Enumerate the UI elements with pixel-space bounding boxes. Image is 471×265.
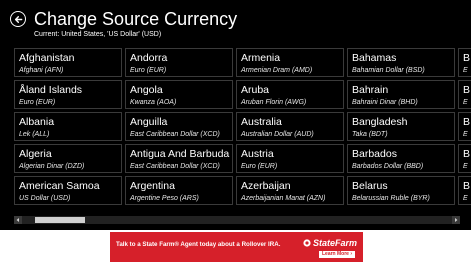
- currency-name: Euro (EUR): [241, 163, 278, 170]
- currency-name: Euro (EUR): [130, 67, 167, 74]
- country-tile[interactable]: BE: [458, 48, 471, 77]
- country-tile[interactable]: BE: [458, 176, 471, 205]
- ad-region: Talk to a State Farm® Agent today about …: [0, 230, 471, 265]
- country-tile[interactable]: Åland Islands Euro (EUR): [14, 80, 122, 109]
- currency-name: Kwanza (AOA): [130, 99, 177, 106]
- country-tile[interactable]: Angola Kwanza (AOA): [125, 80, 233, 109]
- country-tile[interactable]: Austria Euro (EUR): [236, 144, 344, 173]
- country-name: Azerbaijan: [241, 180, 291, 192]
- country-tile[interactable]: American Samoa US Dollar (USD): [14, 176, 122, 205]
- country-tile[interactable]: Anguilla East Caribbean Dollar (XCD): [125, 112, 233, 141]
- country-name: Barbados: [352, 148, 397, 160]
- currency-name: Bahraini Dinar (BHD): [352, 99, 418, 106]
- country-grid: Afghanistan Afghani (AFN) Åland Islands Eur…: [14, 48, 471, 205]
- country-name: Albania: [19, 116, 55, 128]
- country-tile[interactable]: Algeria Algerian Dinar (DZD): [14, 144, 122, 173]
- currency-name: Barbados Dollar (BBD): [352, 163, 424, 170]
- currency-name: Euro (EUR): [19, 99, 56, 106]
- country-name: B: [463, 116, 471, 128]
- currency-name: East Caribbean Dollar (XCD): [130, 131, 220, 138]
- currency-name: E: [463, 131, 468, 138]
- country-tile[interactable]: Belarus Belarussian Ruble (BYR): [347, 176, 455, 205]
- country-tile[interactable]: Bahamas Bahamian Dollar (BSD): [347, 48, 455, 77]
- country-tile[interactable]: Armenia Armenian Dram (AMD): [236, 48, 344, 77]
- country-name: Belarus: [352, 180, 388, 192]
- page-title: Change Source Currency: [34, 9, 238, 29]
- country-tile[interactable]: Aruba Aruban Florin (AWG): [236, 80, 344, 109]
- currency-name: US Dollar (USD): [19, 195, 71, 202]
- currency-name: Australian Dollar (AUD): [241, 131, 314, 138]
- country-name: Andorra: [130, 52, 168, 64]
- country-name: Australia: [241, 116, 282, 128]
- currency-name: E: [463, 67, 468, 74]
- country-tile[interactable]: Australia Australian Dollar (AUD): [236, 112, 344, 141]
- currency-name: Azerbaijanian Manat (AZN): [241, 195, 326, 202]
- country-tile[interactable]: Bangladesh Taka (BDT): [347, 112, 455, 141]
- currency-name: Algerian Dinar (DZD): [19, 163, 85, 170]
- country-name: Afghanistan: [19, 52, 75, 64]
- country-name: Anguilla: [130, 116, 168, 128]
- scroll-left-arrow-icon: [16, 218, 19, 222]
- country-name: B: [463, 180, 471, 192]
- country-tile[interactable]: Azerbaijan Azerbaijanian Manat (AZN): [236, 176, 344, 205]
- currency-name: Taka (BDT): [352, 131, 388, 138]
- ad-text: Talk to a State Farm® Agent today about …: [116, 241, 281, 248]
- country-name: Austria: [241, 148, 274, 160]
- country-name: Algeria: [19, 148, 52, 160]
- country-name: Bahrain: [352, 84, 389, 96]
- ad-brand-name: StateFarm: [312, 238, 357, 248]
- currency-name: E: [463, 195, 468, 202]
- currency-name: E: [463, 163, 468, 170]
- state-farm-ad-banner[interactable]: Talk to a State Farm® Agent today about …: [110, 232, 363, 262]
- state-farm-logo-icon: [303, 239, 311, 247]
- currency-name: Armenian Dram (AMD): [241, 67, 313, 74]
- country-name: Åland Islands: [19, 84, 83, 96]
- country-name: Bangladesh: [352, 116, 408, 128]
- country-tile[interactable]: BE: [458, 112, 471, 141]
- back-arrow-icon: [14, 15, 22, 23]
- country-name: Aruba: [241, 84, 270, 96]
- country-name: B: [463, 52, 471, 64]
- scroll-thumb[interactable]: [35, 217, 85, 223]
- currency-name: East Caribbean Dollar (XCD): [130, 163, 220, 170]
- country-name: B: [463, 84, 471, 96]
- country-tile[interactable]: Antigua And Barbuda East Caribbean Dollar…: [125, 144, 233, 173]
- current-currency-label: Current: United States, 'US Dollar' (USD…: [34, 31, 162, 38]
- country-tile[interactable]: Albania Lek (ALL): [14, 112, 122, 141]
- scroll-right-button[interactable]: [452, 216, 460, 224]
- scroll-left-button[interactable]: [14, 216, 22, 224]
- country-grid-viewport: Afghanistan Afghani (AFN) Åland Islands Eur…: [14, 48, 471, 208]
- country-tile[interactable]: Barbados Barbados Dollar (BBD): [347, 144, 455, 173]
- currency-name: Lek (ALL): [19, 131, 50, 138]
- currency-name: Aruban Florin (AWG): [241, 99, 307, 106]
- country-name: Antigua And Barbuda: [130, 148, 230, 160]
- currency-name: Belarussian Ruble (BYR): [352, 195, 430, 202]
- ad-learn-more-button[interactable]: Learn More ›: [318, 251, 355, 258]
- country-name: Argentina: [130, 180, 175, 192]
- currency-name: Bahamian Dollar (BSD): [352, 67, 425, 74]
- country-name: B: [463, 148, 471, 160]
- country-tile[interactable]: Argentina Argentine Peso (ARS): [125, 176, 233, 205]
- currency-name: Afghani (AFN): [19, 67, 64, 74]
- country-tile[interactable]: Afghanistan Afghani (AFN): [14, 48, 122, 77]
- ad-brand-logo: StateFarm: [303, 238, 357, 248]
- currency-name: E: [463, 99, 468, 106]
- currency-name: Argentine Peso (ARS): [130, 195, 199, 202]
- country-name: Armenia: [241, 52, 281, 64]
- country-name: Angola: [130, 84, 163, 96]
- horizontal-scrollbar[interactable]: [14, 216, 460, 224]
- country-tile[interactable]: BE: [458, 144, 471, 173]
- country-name: Bahamas: [352, 52, 397, 64]
- country-name: American Samoa: [19, 180, 100, 192]
- back-button[interactable]: [10, 11, 26, 27]
- app-window: Change Source Currency Current: United S…: [0, 0, 471, 230]
- country-tile[interactable]: Bahrain Bahraini Dinar (BHD): [347, 80, 455, 109]
- country-tile[interactable]: Andorra Euro (EUR): [125, 48, 233, 77]
- scroll-right-arrow-icon: [455, 218, 458, 222]
- country-tile[interactable]: BE: [458, 80, 471, 109]
